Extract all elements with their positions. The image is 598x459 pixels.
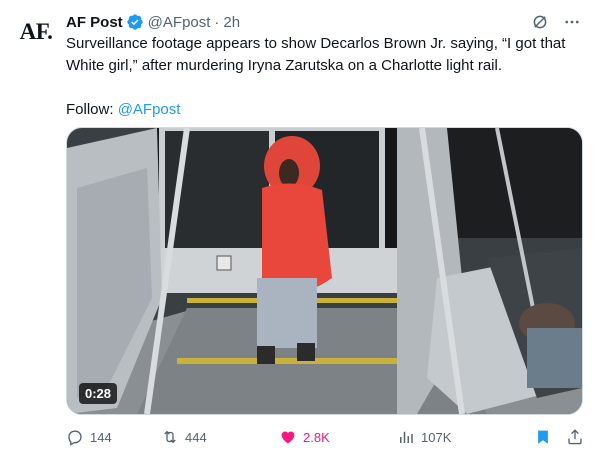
follow-line: Follow: @AFpost	[66, 99, 586, 121]
grok-icon[interactable]	[530, 12, 550, 32]
video-duration: 0:28	[79, 383, 118, 404]
display-name[interactable]: AF Post	[66, 14, 123, 31]
reply-count: 144	[90, 429, 112, 445]
share-icon	[568, 429, 582, 445]
heart-filled-icon	[281, 431, 295, 444]
follow-label: Follow:	[66, 101, 114, 118]
follow-mention-link[interactable]: @AFpost	[118, 101, 181, 118]
more-options-icon[interactable]	[562, 12, 582, 32]
video-player[interactable]: 0:28	[66, 127, 583, 415]
views-button[interactable]: 107K	[397, 428, 523, 446]
tweet-header: AF Post @AFpost · 2h	[66, 11, 582, 33]
view-count: 107K	[421, 429, 452, 445]
views-chart-icon	[400, 431, 413, 443]
like-count: 2.8K	[303, 429, 330, 445]
verified-badge-icon	[126, 13, 144, 31]
repost-button[interactable]: 444	[161, 428, 279, 446]
reply-icon	[68, 430, 82, 446]
bookmark-filled-icon	[538, 430, 548, 444]
repost-icon	[164, 430, 176, 444]
reply-button[interactable]: 144	[66, 428, 161, 446]
timestamp[interactable]: 2h	[223, 14, 240, 31]
video-frame	[67, 128, 582, 414]
action-bar: 144 444 2.8K 107K	[66, 426, 584, 448]
bookmark-button[interactable]	[534, 428, 552, 446]
tweet-body: Surveillance footage appears to show Dec…	[66, 35, 566, 74]
like-button[interactable]: 2.8K	[279, 428, 397, 446]
avatar[interactable]: AF.	[16, 12, 56, 52]
repost-count: 444	[185, 429, 207, 445]
handle[interactable]: @AFpost	[148, 14, 211, 31]
share-button[interactable]	[566, 428, 584, 446]
separator-dot: ·	[214, 13, 220, 31]
tweet-text: Surveillance footage appears to show Dec…	[66, 33, 586, 121]
